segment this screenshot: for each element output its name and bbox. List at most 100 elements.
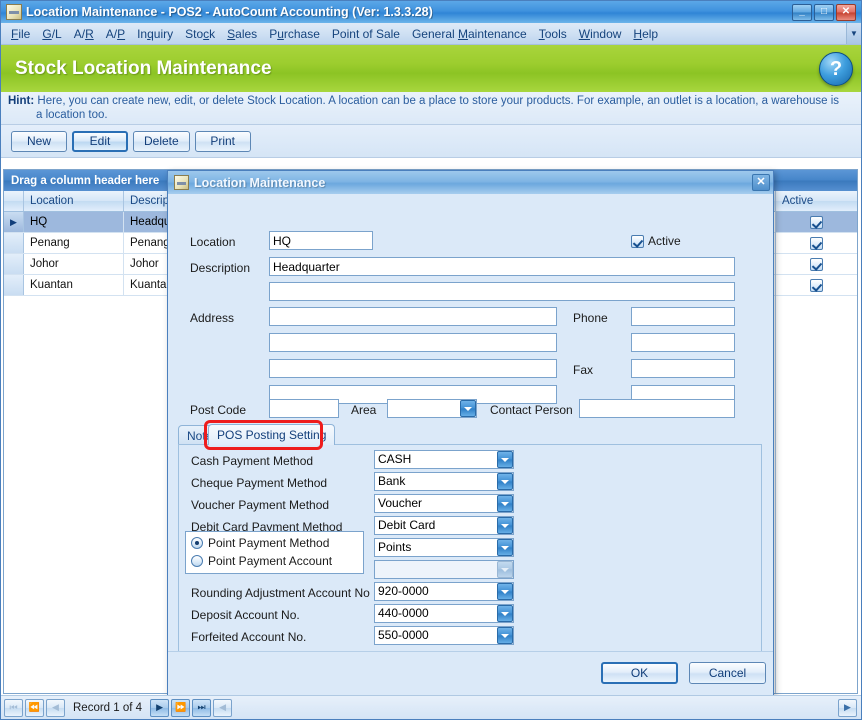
hint-text-line2: a location too. — [36, 109, 108, 121]
prev-record-icon[interactable]: ◀ — [46, 698, 65, 717]
menu-item-general-maintenance[interactable]: General Maintenance — [406, 25, 533, 43]
chevron-down-icon[interactable] — [497, 473, 513, 490]
address-label: Address — [190, 311, 235, 325]
menu-item-sales[interactable]: Sales — [221, 25, 263, 43]
grid-header-active[interactable]: Active — [776, 191, 857, 212]
checkbox-checked-icon[interactable] — [810, 278, 823, 292]
maximize-button[interactable]: □ — [814, 3, 834, 21]
extra-nav-icon[interactable]: ◀ — [213, 698, 233, 717]
cell-active[interactable] — [776, 212, 857, 233]
checkbox-checked-icon[interactable] — [810, 236, 823, 250]
address-line1-input[interactable] — [269, 307, 557, 326]
radio-point-payment-account[interactable]: Point Payment Account — [191, 554, 332, 568]
deposit-account-select[interactable]: 440-0000 — [374, 604, 514, 623]
minimize-button[interactable]: _ — [792, 3, 812, 21]
chevron-down-icon[interactable] — [497, 539, 513, 556]
checkbox-checked-icon[interactable] — [631, 234, 644, 248]
cell-active[interactable] — [776, 275, 857, 296]
menu-item-gl[interactable]: G/L — [36, 25, 67, 43]
checkbox-checked-icon[interactable] — [810, 215, 823, 229]
phone-line1-input[interactable] — [631, 307, 735, 326]
menu-label: Sto — [185, 26, 204, 41]
menu-item-window[interactable]: Window — [573, 25, 628, 43]
cell-active[interactable] — [776, 233, 857, 254]
row-indicator — [4, 275, 24, 295]
menu-item-ap[interactable]: A/P — [100, 25, 131, 43]
edit-button[interactable]: Edit — [72, 130, 128, 152]
grid-header-location[interactable]: Location — [24, 191, 124, 211]
cash-payment-method-select[interactable]: CASH — [374, 450, 514, 469]
menu-label: k — [209, 26, 216, 41]
delete-button[interactable]: Delete — [133, 130, 190, 152]
row-indicator: ▶ — [4, 212, 24, 232]
area-select[interactable] — [387, 399, 477, 418]
chevron-down-icon[interactable] — [497, 517, 513, 534]
dialog-close-icon[interactable]: ✕ — [752, 174, 770, 191]
menu-mnemonic: W — [578, 26, 591, 41]
menu-label: rchase — [283, 26, 320, 41]
forfeited-account-value: 550-0000 — [378, 628, 429, 642]
contact-person-input[interactable] — [579, 399, 735, 418]
address-line2-input[interactable] — [269, 333, 557, 352]
cancel-button[interactable]: Cancel — [689, 662, 766, 684]
menu-item-stock[interactable]: Stock — [179, 25, 221, 43]
contact-person-label: Contact Person — [490, 403, 573, 417]
chevron-down-icon[interactable] — [497, 627, 513, 644]
chevron-down-icon[interactable] — [497, 451, 513, 468]
rounding-adjustment-account-value: 920-0000 — [378, 584, 429, 598]
menu-mnemonic: H — [633, 26, 643, 41]
new-button[interactable]: New — [11, 130, 67, 152]
last-record-icon[interactable]: ⏭ — [192, 698, 212, 717]
cell-active[interactable] — [776, 254, 857, 275]
chevron-down-icon[interactable] — [497, 495, 513, 512]
chevron-down-icon[interactable] — [497, 605, 513, 622]
voucher-payment-method-select[interactable]: Voucher — [374, 494, 514, 513]
checkbox-checked-icon[interactable] — [810, 257, 823, 271]
menu-label: ools — [544, 26, 567, 41]
menu-label: uiry — [153, 26, 174, 41]
description-input[interactable]: Headquarter — [269, 257, 735, 276]
location-input[interactable]: HQ — [269, 231, 373, 250]
phone-line2-input[interactable] — [631, 333, 735, 352]
postcode-input[interactable] — [269, 399, 339, 418]
description2-input[interactable] — [269, 282, 735, 301]
menu-item-tools[interactable]: Tools — [533, 25, 573, 43]
radio-point-payment-method[interactable]: Point Payment Method — [191, 536, 329, 550]
menu-label: aintenance — [468, 26, 527, 41]
voucher-payment-method-label: Voucher Payment Method — [191, 498, 330, 512]
cell-location: Penang — [24, 233, 124, 253]
menu-item-file[interactable]: File — [5, 25, 36, 43]
close-button[interactable]: ✕ — [836, 3, 856, 21]
next-record-icon[interactable]: ▶ — [150, 698, 170, 717]
radio-unselected-icon[interactable] — [191, 555, 203, 567]
chevron-down-icon[interactable] — [460, 400, 476, 417]
menu-label: A/ — [73, 26, 86, 41]
prev-page-icon[interactable]: ⏪ — [25, 698, 44, 717]
tab-pos-posting-setting[interactable]: POS Posting Setting — [208, 424, 336, 445]
menu-item-ar[interactable]: A/R — [68, 25, 100, 43]
row-indicator — [4, 254, 24, 274]
debit-card-payment-method-select[interactable]: Debit Card — [374, 516, 514, 535]
scroll-right-icon[interactable]: ▶ — [838, 698, 857, 717]
print-button[interactable]: Print — [194, 130, 251, 152]
first-record-icon[interactable]: ⏮ — [4, 698, 23, 717]
forfeited-account-select[interactable]: 550-0000 — [374, 626, 514, 645]
menu-item-purchase[interactable]: Purchase — [263, 25, 326, 43]
help-icon[interactable]: ? — [819, 51, 853, 86]
rounding-adjustment-account-select[interactable]: 920-0000 — [374, 582, 514, 601]
active-checkbox-group[interactable]: Active — [631, 234, 681, 248]
menu-item-point-of-sale[interactable]: Point of Sale — [326, 25, 406, 43]
point-payment-method-select[interactable]: Points — [374, 538, 514, 557]
next-page-icon[interactable]: ⏩ — [171, 698, 191, 717]
cheque-payment-method-select[interactable]: Bank — [374, 472, 514, 491]
ok-button[interactable]: OK — [601, 662, 678, 684]
menu-item-help[interactable]: Help — [627, 25, 664, 43]
chevron-down-icon[interactable]: ▼ — [846, 23, 861, 44]
dialog-title: Location Maintenance — [194, 175, 326, 190]
radio-selected-icon[interactable] — [191, 537, 203, 549]
chevron-down-icon[interactable] — [497, 583, 513, 600]
fax-line1-input[interactable] — [631, 359, 735, 378]
menu-item-inquiry[interactable]: Inquiry — [131, 25, 179, 43]
rounding-adjustment-account-label: Rounding Adjustment Account No — [191, 586, 370, 600]
address-line3-input[interactable] — [269, 359, 557, 378]
